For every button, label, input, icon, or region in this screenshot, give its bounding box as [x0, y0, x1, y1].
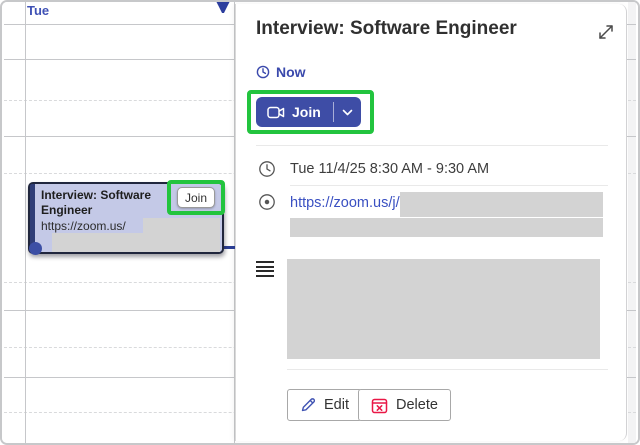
join-button-label: Join: [292, 104, 321, 120]
redacted-notes-block: [287, 259, 600, 359]
pencil-icon: [300, 397, 316, 413]
event-join-label: Join: [185, 191, 207, 205]
join-highlight-box: Join: [247, 90, 374, 134]
join-button-main[interactable]: Join: [256, 97, 333, 127]
filter-funnel-icon[interactable]: [215, 0, 231, 13]
location-icon: [258, 193, 276, 211]
expand-icon[interactable]: [596, 22, 616, 42]
event-title: Interview: Software Engineer: [41, 188, 179, 218]
event-resize-handle[interactable]: [29, 242, 42, 255]
join-highlight-box: Join: [167, 180, 225, 215]
panel-title: Interview: Software Engineer: [256, 18, 586, 40]
divider: [256, 145, 608, 146]
time-clock-icon: [258, 160, 276, 178]
notes-icon: [256, 261, 274, 279]
event-detail-panel: Interview: Software Engineer Now: [235, 4, 627, 441]
video-camera-icon: [267, 106, 285, 119]
status-row: Now: [256, 64, 306, 80]
event-link-text: https://zoom.us/: [41, 219, 126, 233]
edit-button-label: Edit: [324, 397, 349, 413]
status-text: Now: [276, 64, 306, 80]
app-window: Tue Interview: Software Engineer https:/…: [0, 0, 640, 445]
divider: [287, 369, 608, 370]
join-button[interactable]: Join: [256, 97, 361, 127]
event-join-button[interactable]: Join: [177, 187, 215, 208]
redacted-text-block: [290, 218, 603, 237]
meeting-link[interactable]: https://zoom.us/j/: [290, 195, 400, 211]
grid-line-vertical: [638, 2, 639, 443]
join-dropdown-button[interactable]: [334, 97, 361, 127]
delete-button-label: Delete: [396, 397, 438, 413]
grid-line-vertical: [25, 2, 26, 443]
status-clock-icon: [256, 65, 270, 79]
redacted-text-block: [400, 192, 603, 217]
event-time-text: Tue 11/4/25 8:30 AM - 9:30 AM: [290, 161, 489, 177]
delete-button[interactable]: Delete: [358, 389, 451, 421]
redacted-text-block: [143, 218, 220, 234]
day-column-header[interactable]: Tue: [27, 3, 49, 18]
redacted-text-block: [52, 233, 220, 252]
chevron-down-icon: [342, 109, 353, 116]
calendar-x-icon: [371, 397, 388, 414]
edit-button[interactable]: Edit: [287, 389, 362, 421]
divider: [290, 185, 608, 186]
